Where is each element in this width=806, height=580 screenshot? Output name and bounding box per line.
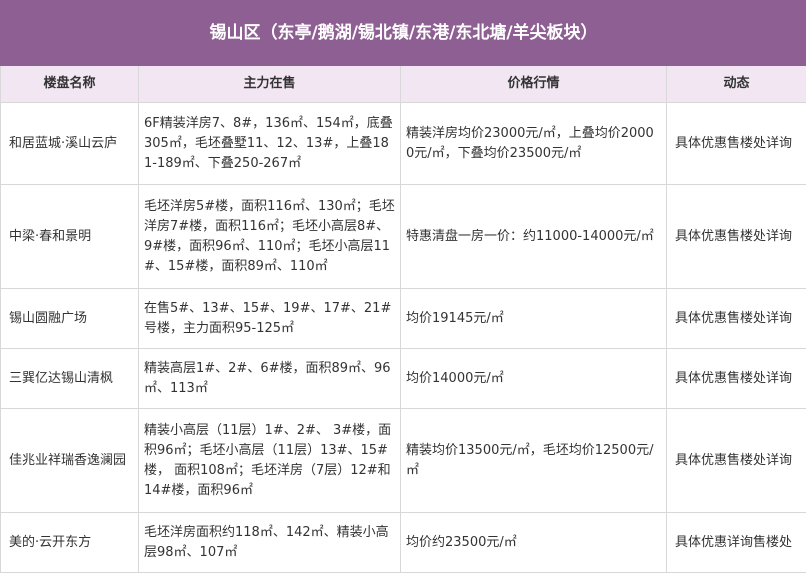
cell-price: 特惠清盘一房一价：约11000-14000元/㎡ xyxy=(400,184,667,289)
table-row: 和居蓝城·溪山云庐 6F精装洋房7、8#，136㎡、154㎡，底叠305㎡，毛坯… xyxy=(0,102,806,185)
cell-sale: 6F精装洋房7、8#，136㎡、154㎡，底叠305㎡，毛坯叠墅11、12、13… xyxy=(138,102,401,185)
header-name: 楼盘名称 xyxy=(0,65,139,103)
cell-price: 均价14000元/㎡ xyxy=(400,348,667,409)
table-row: 三巽亿达锡山清枫 精装高层1#、2#、6#楼，面积89㎡、96㎡、113㎡ 均价… xyxy=(0,348,806,409)
table-row: 美的·云开东方 毛坯洋房面积约118㎡、142㎡、精装小高层98㎡、107㎡ 均… xyxy=(0,512,806,573)
cell-price: 均价约23500元/㎡ xyxy=(400,512,667,573)
cell-status: 具体优惠详询售楼处 xyxy=(665,512,806,573)
project-table: 锡山区（东亭/鹅湖/锡北镇/东港/东北塘/羊尖板块） 楼盘名称 主力在售 价格行… xyxy=(0,0,806,573)
cell-sale: 精装小高层（11层）1#、2#、 3#楼，面积96㎡；毛坯小高层（11层）13#… xyxy=(138,408,401,513)
table-row: 中梁·春和景明 毛坯洋房5#楼，面积116㎡、130㎡；毛坯洋房7#楼，面积11… xyxy=(0,184,806,289)
table-title: 锡山区（东亭/鹅湖/锡北镇/东港/东北塘/羊尖板块） xyxy=(0,0,806,66)
cell-status: 具体优惠售楼处详询 xyxy=(665,408,806,513)
cell-sale: 在售5#、13#、15#、19#、17#、21#号楼，主力面积95-125㎡ xyxy=(138,288,401,349)
cell-name: 和居蓝城·溪山云庐 xyxy=(0,102,139,185)
cell-name: 三巽亿达锡山清枫 xyxy=(0,348,139,409)
cell-sale: 毛坯洋房面积约118㎡、142㎡、精装小高层98㎡、107㎡ xyxy=(138,512,401,573)
cell-status: 具体优惠售楼处详询 xyxy=(665,184,806,289)
cell-price: 均价19145元/㎡ xyxy=(400,288,667,349)
header-status: 动态 xyxy=(665,65,806,103)
cell-price: 精装洋房均价23000元/㎡，上叠均价20000元/㎡，下叠均价23500元/㎡ xyxy=(400,102,667,185)
table-row: 佳兆业祥瑞香逸澜园 精装小高层（11层）1#、2#、 3#楼，面积96㎡；毛坯小… xyxy=(0,408,806,513)
header-sale: 主力在售 xyxy=(138,65,401,103)
table-row: 锡山圆融广场 在售5#、13#、15#、19#、17#、21#号楼，主力面积95… xyxy=(0,288,806,349)
cell-status: 具体优惠售楼处详询 xyxy=(665,102,806,185)
cell-sale: 精装高层1#、2#、6#楼，面积89㎡、96㎡、113㎡ xyxy=(138,348,401,409)
cell-sale: 毛坯洋房5#楼，面积116㎡、130㎡；毛坯洋房7#楼，面积116㎡；毛坯小高层… xyxy=(138,184,401,289)
cell-name: 佳兆业祥瑞香逸澜园 xyxy=(0,408,139,513)
cell-status: 具体优惠售楼处详询 xyxy=(665,288,806,349)
cell-status: 具体优惠售楼处详询 xyxy=(665,348,806,409)
cell-name: 锡山圆融广场 xyxy=(0,288,139,349)
cell-price: 精装均价13500元/㎡，毛坯均价12500元/㎡ xyxy=(400,408,667,513)
cell-name: 美的·云开东方 xyxy=(0,512,139,573)
cell-name: 中梁·春和景明 xyxy=(0,184,139,289)
header-price: 价格行情 xyxy=(400,65,667,103)
